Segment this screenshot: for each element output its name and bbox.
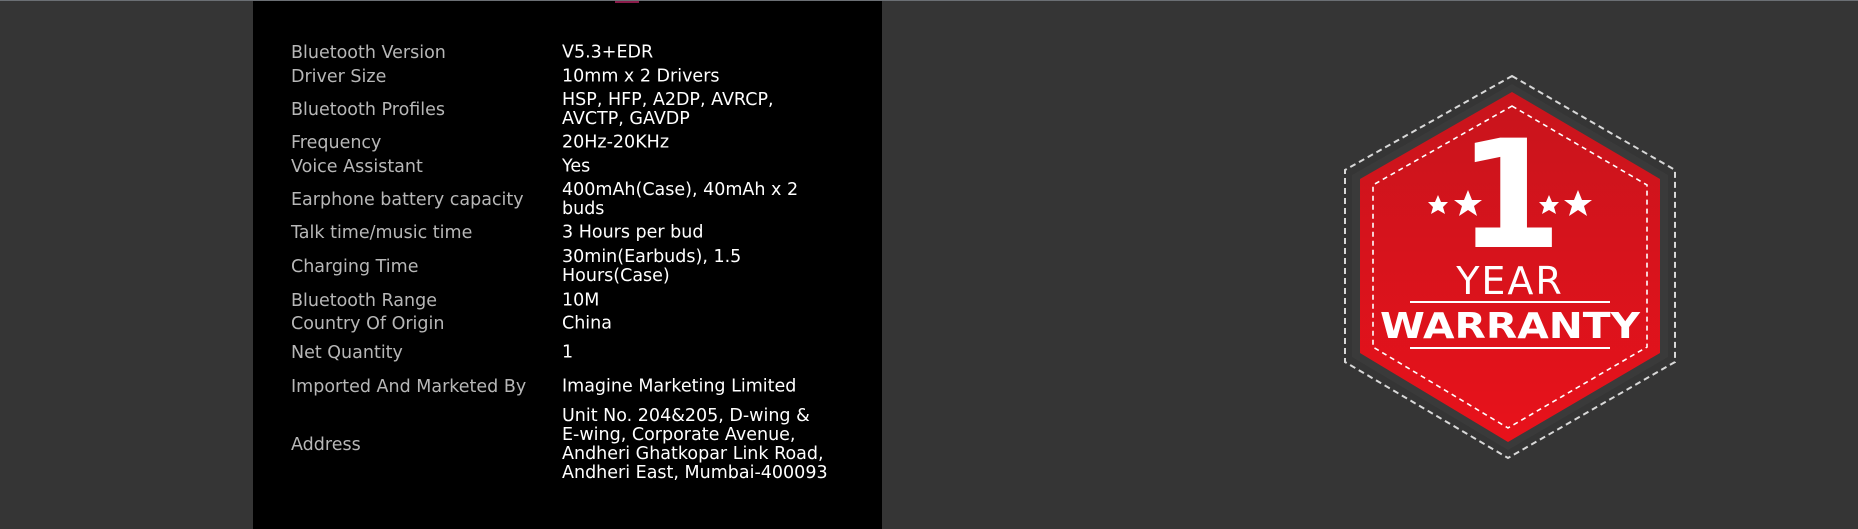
specifications-panel: Bluetooth Version V5.3+EDR Driver Size 1… [253,1,882,529]
spec-value: 20Hz-20KHz [562,132,670,153]
warranty-word-label: WARRANTY [1380,306,1641,347]
warranty-badge-graphic: 1 YEAR WARRANTY [1344,74,1676,460]
spec-row-charging-time: Charging Time 30min(Earbuds), 1.5 Hours(… [291,247,851,287]
spec-value: 10mm x 2 Drivers [562,66,720,87]
spec-row-battery-capacity: Earphone battery capacity 400mAh(Case), … [291,180,851,220]
spec-value: Yes [562,156,591,177]
spec-row-country-of-origin: Country Of Origin China [291,314,851,334]
spec-row-net-quantity: Net Quantity 1 [291,343,851,363]
spec-label: Bluetooth Profiles [291,100,446,120]
spec-value: V5.3+EDR [562,42,654,63]
warranty-year-label: YEAR [1455,259,1564,303]
warranty-years-number: 1 [1458,109,1562,283]
spec-row-address: Address Unit No. 204&205, D-wing & E-win… [291,405,851,485]
spec-value: 400mAh(Case), 40mAh x 2 buds [562,180,799,219]
spec-value: 1 [562,342,574,363]
spec-label: Earphone battery capacity [291,190,524,210]
spec-value: China [562,313,612,334]
spec-value: Imagine Marketing Limited [562,376,797,397]
spec-row-imported-marketed-by: Imported And Marketed By Imagine Marketi… [291,377,851,397]
spec-value: 30min(Earbuds), 1.5 Hours(Case) [562,247,742,286]
spec-value: Unit No. 204&205, D-wing & E-wing, Corpo… [562,406,828,483]
spec-label: Bluetooth Range [291,291,437,311]
spec-label: Voice Assistant [291,157,423,177]
tab-accent-indicator [615,1,639,3]
spec-row-bluetooth-profiles: Bluetooth Profiles HSP, HFP, A2DP, AVRCP… [291,90,851,130]
spec-label: Imported And Marketed By [291,377,527,397]
spec-row-bluetooth-range: Bluetooth Range 10M [291,291,851,311]
spec-row-bluetooth-version: Bluetooth Version V5.3+EDR [291,43,851,63]
spec-label: Country Of Origin [291,314,445,334]
spec-value: 10M [562,290,600,311]
spec-label: Bluetooth Version [291,43,446,63]
spec-label: Talk time/music time [291,223,473,243]
spec-label: Frequency [291,133,382,153]
warranty-badge: 1 YEAR WARRANTY [1340,72,1680,462]
spec-label: Address [291,435,361,455]
spec-row-talk-time: Talk time/music time 3 Hours per bud [291,223,851,243]
spec-row-voice-assistant: Voice Assistant Yes [291,157,851,177]
spec-label: Charging Time [291,257,419,277]
spec-value: HSP, HFP, A2DP, AVRCP, AVCTP, GAVDP [562,90,774,129]
spec-label: Net Quantity [291,343,403,363]
spec-label: Driver Size [291,67,387,87]
spec-row-driver-size: Driver Size 10mm x 2 Drivers [291,67,851,87]
spec-row-frequency: Frequency 20Hz-20KHz [291,133,851,153]
spec-value: 3 Hours per bud [562,222,704,243]
